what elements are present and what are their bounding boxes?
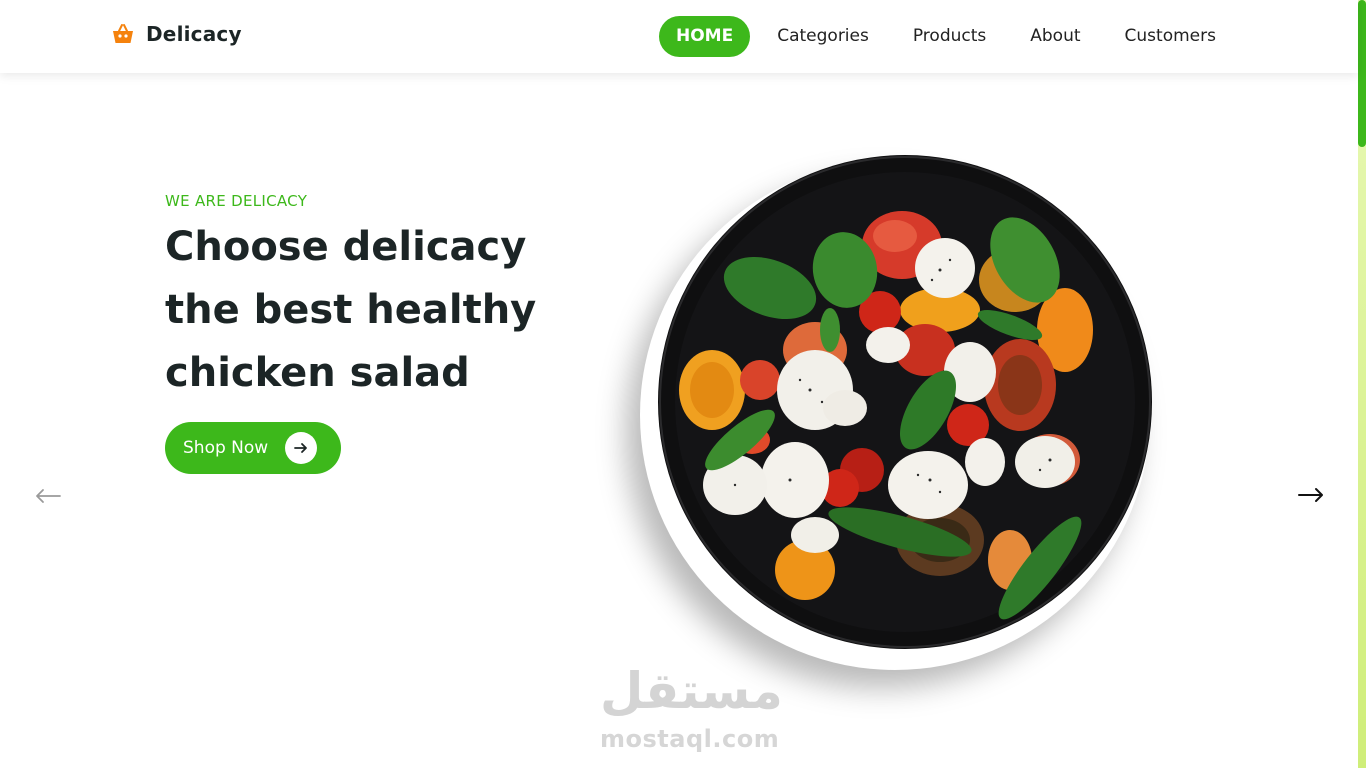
shop-now-label: Shop Now	[183, 438, 269, 458]
hero-salad-image	[640, 140, 1170, 670]
nav-item-products[interactable]: Products	[896, 16, 1003, 57]
site-header: Delicacy HOME Categories Products About …	[0, 0, 1358, 73]
watermark-text: mostaql.com	[600, 725, 780, 753]
brand-name: Delicacy	[146, 22, 242, 46]
nav-item-about[interactable]: About	[1013, 16, 1097, 57]
hero-eyebrow: WE ARE DELICACY	[165, 192, 308, 210]
nav-item-home[interactable]: HOME	[659, 16, 751, 57]
basket-icon	[113, 24, 133, 43]
salad-plate	[658, 155, 1152, 649]
headline-line-3: chicken salad	[165, 350, 470, 396]
carousel-prev-arrow-icon[interactable]	[34, 485, 62, 507]
brand-logo[interactable]: Delicacy	[111, 22, 242, 46]
watermark-arabic: مستقل	[600, 662, 783, 720]
headline-line-2: the best healthy	[165, 287, 537, 333]
nav-item-customers[interactable]: Customers	[1108, 16, 1233, 57]
arrow-right-icon	[285, 432, 317, 464]
main-nav: HOME Categories Products About Customers	[659, 16, 1243, 57]
shop-now-button[interactable]: Shop Now	[165, 422, 341, 474]
scrollbar-thumb[interactable]	[1358, 0, 1366, 147]
page-scrollbar[interactable]	[1358, 0, 1366, 768]
hero-headline: Choose delicacy the best healthy chicken…	[165, 216, 605, 405]
headline-line-1: Choose delicacy	[165, 224, 527, 270]
carousel-next-arrow-icon[interactable]	[1297, 484, 1325, 506]
nav-item-categories[interactable]: Categories	[760, 16, 886, 57]
